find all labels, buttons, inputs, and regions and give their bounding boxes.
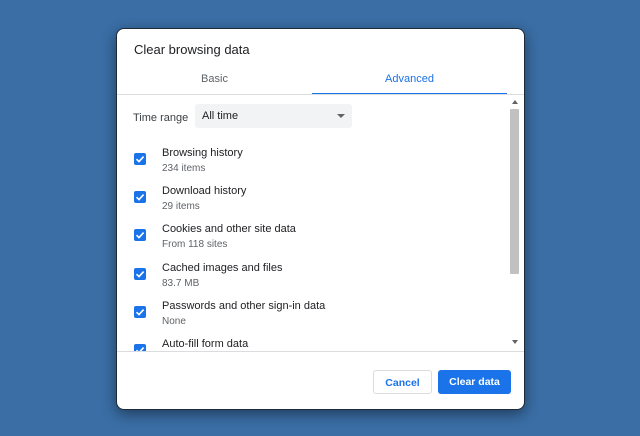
tab-advanced[interactable]: Advanced	[312, 67, 507, 95]
scrollbar[interactable]	[510, 95, 522, 351]
option-label: Cookies and other site data	[162, 223, 296, 235]
download-history-checkbox[interactable]	[134, 191, 146, 203]
time-range-value: All time	[202, 110, 239, 122]
cancel-button[interactable]: Cancel	[373, 370, 432, 394]
dialog-title: Clear browsing data	[134, 42, 250, 57]
option-label: Auto-fill form data	[162, 338, 249, 350]
checkmark-icon	[135, 309, 145, 316]
tab-bar: Basic Advanced	[117, 67, 524, 95]
option-detail: 29 items	[162, 201, 200, 212]
checkmark-icon	[135, 194, 145, 201]
option-label: Download history	[162, 185, 247, 197]
scroll-down-arrow-icon[interactable]	[512, 340, 518, 344]
option-label: Cached images and files	[162, 262, 283, 274]
option-cached-images: Cached images and files 83.7 MB	[117, 262, 507, 296]
option-detail: 234 items	[162, 163, 206, 174]
option-download-history: Download history 29 items	[117, 185, 507, 219]
option-detail: From 118 sites	[162, 239, 228, 250]
tab-basic[interactable]: Basic	[117, 67, 312, 93]
dialog-content: Time range All time Browsing history 234…	[117, 95, 524, 351]
time-range-select[interactable]: All time	[195, 104, 352, 128]
option-detail: 83.7 MB	[162, 278, 200, 289]
footer-divider	[117, 351, 524, 352]
option-passwords: Passwords and other sign-in data None	[117, 300, 507, 334]
cookies-checkbox[interactable]	[134, 229, 146, 241]
clear-data-button[interactable]: Clear data	[438, 370, 511, 394]
option-cookies: Cookies and other site data From 118 sit…	[117, 223, 507, 257]
chevron-down-icon	[337, 114, 345, 118]
time-range-label: Time range	[133, 112, 189, 124]
checkmark-icon	[135, 271, 145, 278]
autofill-checkbox[interactable]	[134, 344, 146, 351]
option-browsing-history: Browsing history 234 items	[117, 147, 507, 181]
checkmark-icon	[135, 232, 145, 239]
option-detail: None	[162, 316, 186, 327]
clear-browsing-data-dialog: Clear browsing data Basic Advanced Time …	[116, 28, 525, 410]
scroll-up-arrow-icon[interactable]	[512, 100, 518, 104]
option-autofill: Auto-fill form data	[117, 338, 507, 351]
checkmark-icon	[135, 156, 145, 163]
cached-images-checkbox[interactable]	[134, 268, 146, 280]
passwords-checkbox[interactable]	[134, 306, 146, 318]
browsing-history-checkbox[interactable]	[134, 153, 146, 165]
scrollbar-thumb[interactable]	[510, 109, 519, 274]
option-label: Passwords and other sign-in data	[162, 300, 326, 312]
option-label: Browsing history	[162, 147, 243, 159]
